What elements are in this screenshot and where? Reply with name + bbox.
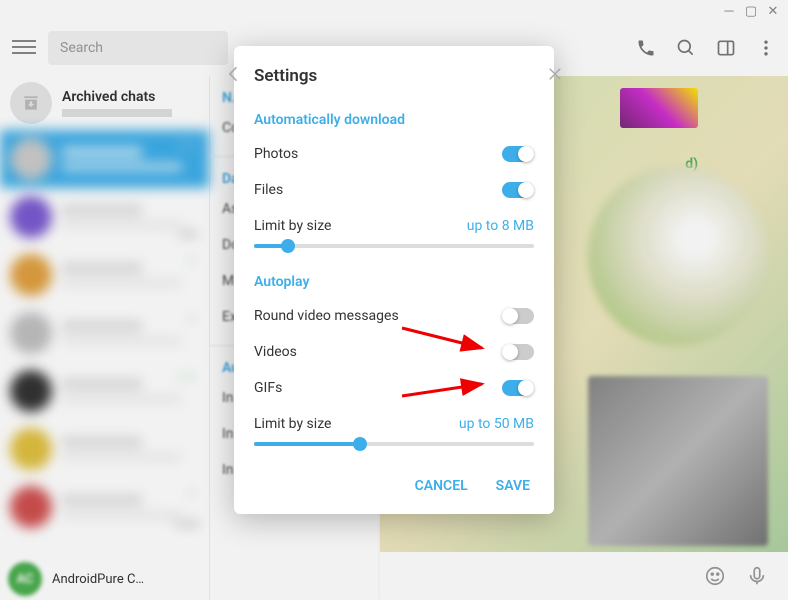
files-label: Files <box>254 182 283 198</box>
photos-label: Photos <box>254 146 298 162</box>
close-icon[interactable] <box>546 65 564 87</box>
gifs-toggle[interactable] <box>502 380 534 396</box>
settings-dialog: Settings Automatically download Photos F… <box>234 46 554 514</box>
round-video-label: Round video messages <box>254 308 399 324</box>
limit-label: Limit by size <box>254 416 331 432</box>
photos-toggle[interactable] <box>502 146 534 162</box>
download-limit-slider[interactable] <box>254 244 534 248</box>
files-toggle[interactable] <box>502 182 534 198</box>
dialog-title: Settings <box>254 66 317 86</box>
videos-toggle[interactable] <box>502 344 534 360</box>
save-button[interactable]: SAVE <box>496 478 530 494</box>
autoplay-limit-slider[interactable] <box>254 442 534 446</box>
round-video-toggle[interactable] <box>502 308 534 324</box>
section-title-auto-download: Automatically download <box>234 100 554 136</box>
limit-label: Limit by size <box>254 218 331 234</box>
videos-label: Videos <box>254 344 297 360</box>
back-icon[interactable] <box>224 64 244 88</box>
section-title-autoplay: Autoplay <box>234 262 554 298</box>
cancel-button[interactable]: CANCEL <box>415 478 468 494</box>
gifs-label: GIFs <box>254 380 282 396</box>
limit-value: up to 50 MB <box>459 416 534 432</box>
limit-value: up to 8 MB <box>467 218 534 234</box>
